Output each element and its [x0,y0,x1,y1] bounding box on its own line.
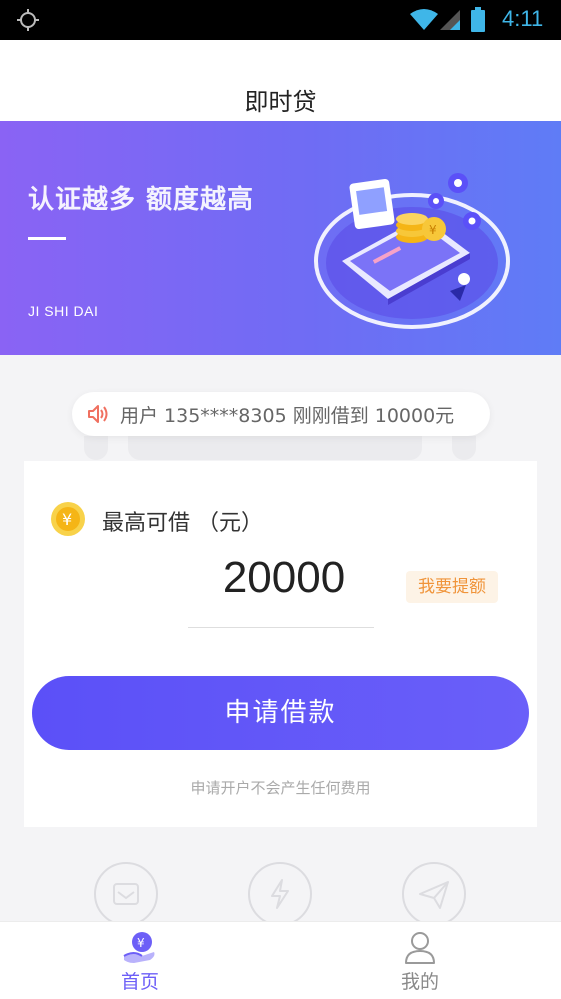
coin-icon: ¥ [51,502,85,536]
page-title: 即时贷 [244,88,317,116]
wifi-icon [410,9,438,30]
banner-divider [28,237,66,240]
loan-card: ¥ 最高可借 （元） 20000 我要提额 申请借款 申请开户不会产生任何费用 [24,461,537,827]
notice-deco-middle [128,436,422,460]
status-time: 4:11 [502,6,544,31]
speaker-icon [88,405,108,423]
nav-label-mine: 我的 [400,971,439,993]
battery-icon [471,7,485,32]
paper-plane-icon [419,881,449,909]
feature-card-icon[interactable] [94,862,158,926]
nav-item-home[interactable]: ¥ 首页 [70,922,210,999]
bottom-nav: ¥ 首页 我的 [0,921,561,999]
notice-text: 用户 135****8305 刚刚借到 10000元 [120,404,455,427]
banner-slogan: 认证越多 额度越高 [28,185,255,215]
apply-loan-button[interactable]: 申请借款 [32,676,529,750]
notice-deco-left [84,436,108,460]
phone-coins-illustration: ¥ [314,173,510,329]
wallet-icon [113,883,139,905]
status-bar: 4:11 [0,0,561,40]
feature-send-icon[interactable] [402,862,466,926]
loan-notice-ticker: 用户 135****8305 刚刚借到 10000元 [72,392,490,436]
max-loan-amount: 20000 [222,553,346,602]
svg-text:¥: ¥ [62,510,72,529]
home-coin-icon: ¥ [123,932,155,963]
title-bar: 即时贷 [0,40,561,121]
location-target-icon [17,9,39,31]
amount-underline [188,627,374,628]
notice-deco-right [452,436,476,460]
signal-icon [440,10,460,30]
svg-text:¥: ¥ [137,936,145,950]
fee-note: 申请开户不会产生任何费用 [190,779,371,797]
lightning-icon [271,879,289,909]
nav-item-mine[interactable]: 我的 [350,922,490,999]
svg-text:¥: ¥ [429,223,437,237]
promo-banner[interactable]: 认证越多 额度越高 JI SHI DAI ¥ [0,121,561,355]
nav-label-home: 首页 [120,971,159,993]
banner-brand: JI SHI DAI [28,303,99,319]
max-loan-label: 最高可借 （元） [102,511,263,536]
feature-fast-icon[interactable] [248,862,312,926]
raise-limit-button[interactable]: 我要提额 [406,571,498,603]
user-icon [405,932,435,964]
